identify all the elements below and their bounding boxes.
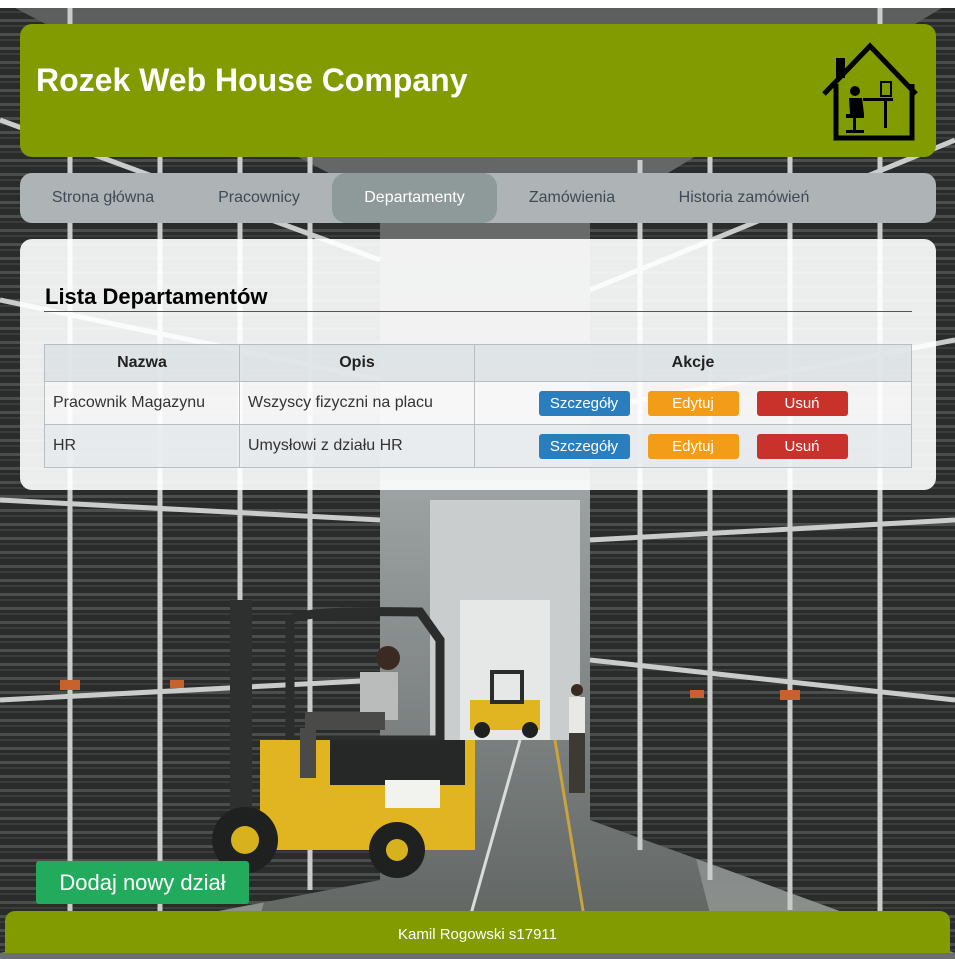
cell-department-description: Umysłowi z działu HR xyxy=(239,424,475,468)
details-button[interactable]: Szczegóły xyxy=(538,433,630,459)
edit-button[interactable]: Edytuj xyxy=(647,433,739,459)
house-with-office-worker-icon xyxy=(822,42,918,141)
cell-actions: Szczegóły Edytuj Usuń xyxy=(474,424,912,468)
table-row: HR Umysłowi z działu HR Szczegóły Edytuj U… xyxy=(44,424,912,468)
main-navigation: Strona główna Pracownicy Departamenty Za… xyxy=(20,173,936,223)
cell-department-description: Wszyscy fizyczni na placu xyxy=(239,381,475,425)
cell-department-name: HR xyxy=(44,424,240,468)
nav-item-order-history[interactable]: Historia zamówień xyxy=(660,173,828,223)
details-button[interactable]: Szczegóły xyxy=(538,390,630,416)
site-header: Rozek Web House Company xyxy=(20,24,936,157)
top-border xyxy=(0,0,955,8)
delete-button[interactable]: Usuń xyxy=(756,433,848,459)
page-title: Lista Departamentów xyxy=(45,284,268,309)
cell-department-name: Pracownik Magazynu xyxy=(44,381,240,425)
column-header-description: Opis xyxy=(239,344,475,382)
table-header-row: Nazwa Opis Akcje xyxy=(44,344,912,382)
table-row: Pracownik Magazynu Wszyscy fizyczni na p… xyxy=(44,381,912,425)
delete-button[interactable]: Usuń xyxy=(756,390,848,416)
nav-item-employees[interactable]: Pracownicy xyxy=(200,173,318,223)
add-department-button[interactable]: Dodaj nowy dział xyxy=(36,861,249,904)
column-header-name: Nazwa xyxy=(44,344,240,382)
footer-author: Kamil Rogowski s17911 xyxy=(398,926,557,943)
title-divider xyxy=(44,311,912,312)
site-title: Rozek Web House Company xyxy=(36,62,468,98)
site-footer: Kamil Rogowski s17911 xyxy=(5,911,950,953)
nav-item-home[interactable]: Strona główna xyxy=(32,173,174,223)
departments-panel: Lista Departamentów Nazwa Opis Akcje Pra… xyxy=(20,239,936,490)
edit-button[interactable]: Edytuj xyxy=(647,390,739,416)
cell-actions: Szczegóły Edytuj Usuń xyxy=(474,381,912,425)
nav-item-departments[interactable]: Departamenty xyxy=(332,173,497,223)
column-header-actions: Akcje xyxy=(474,344,912,382)
departments-table: Nazwa Opis Akcje Pracownik Magazynu Wszy… xyxy=(44,344,912,468)
nav-item-orders[interactable]: Zamówienia xyxy=(510,173,634,223)
